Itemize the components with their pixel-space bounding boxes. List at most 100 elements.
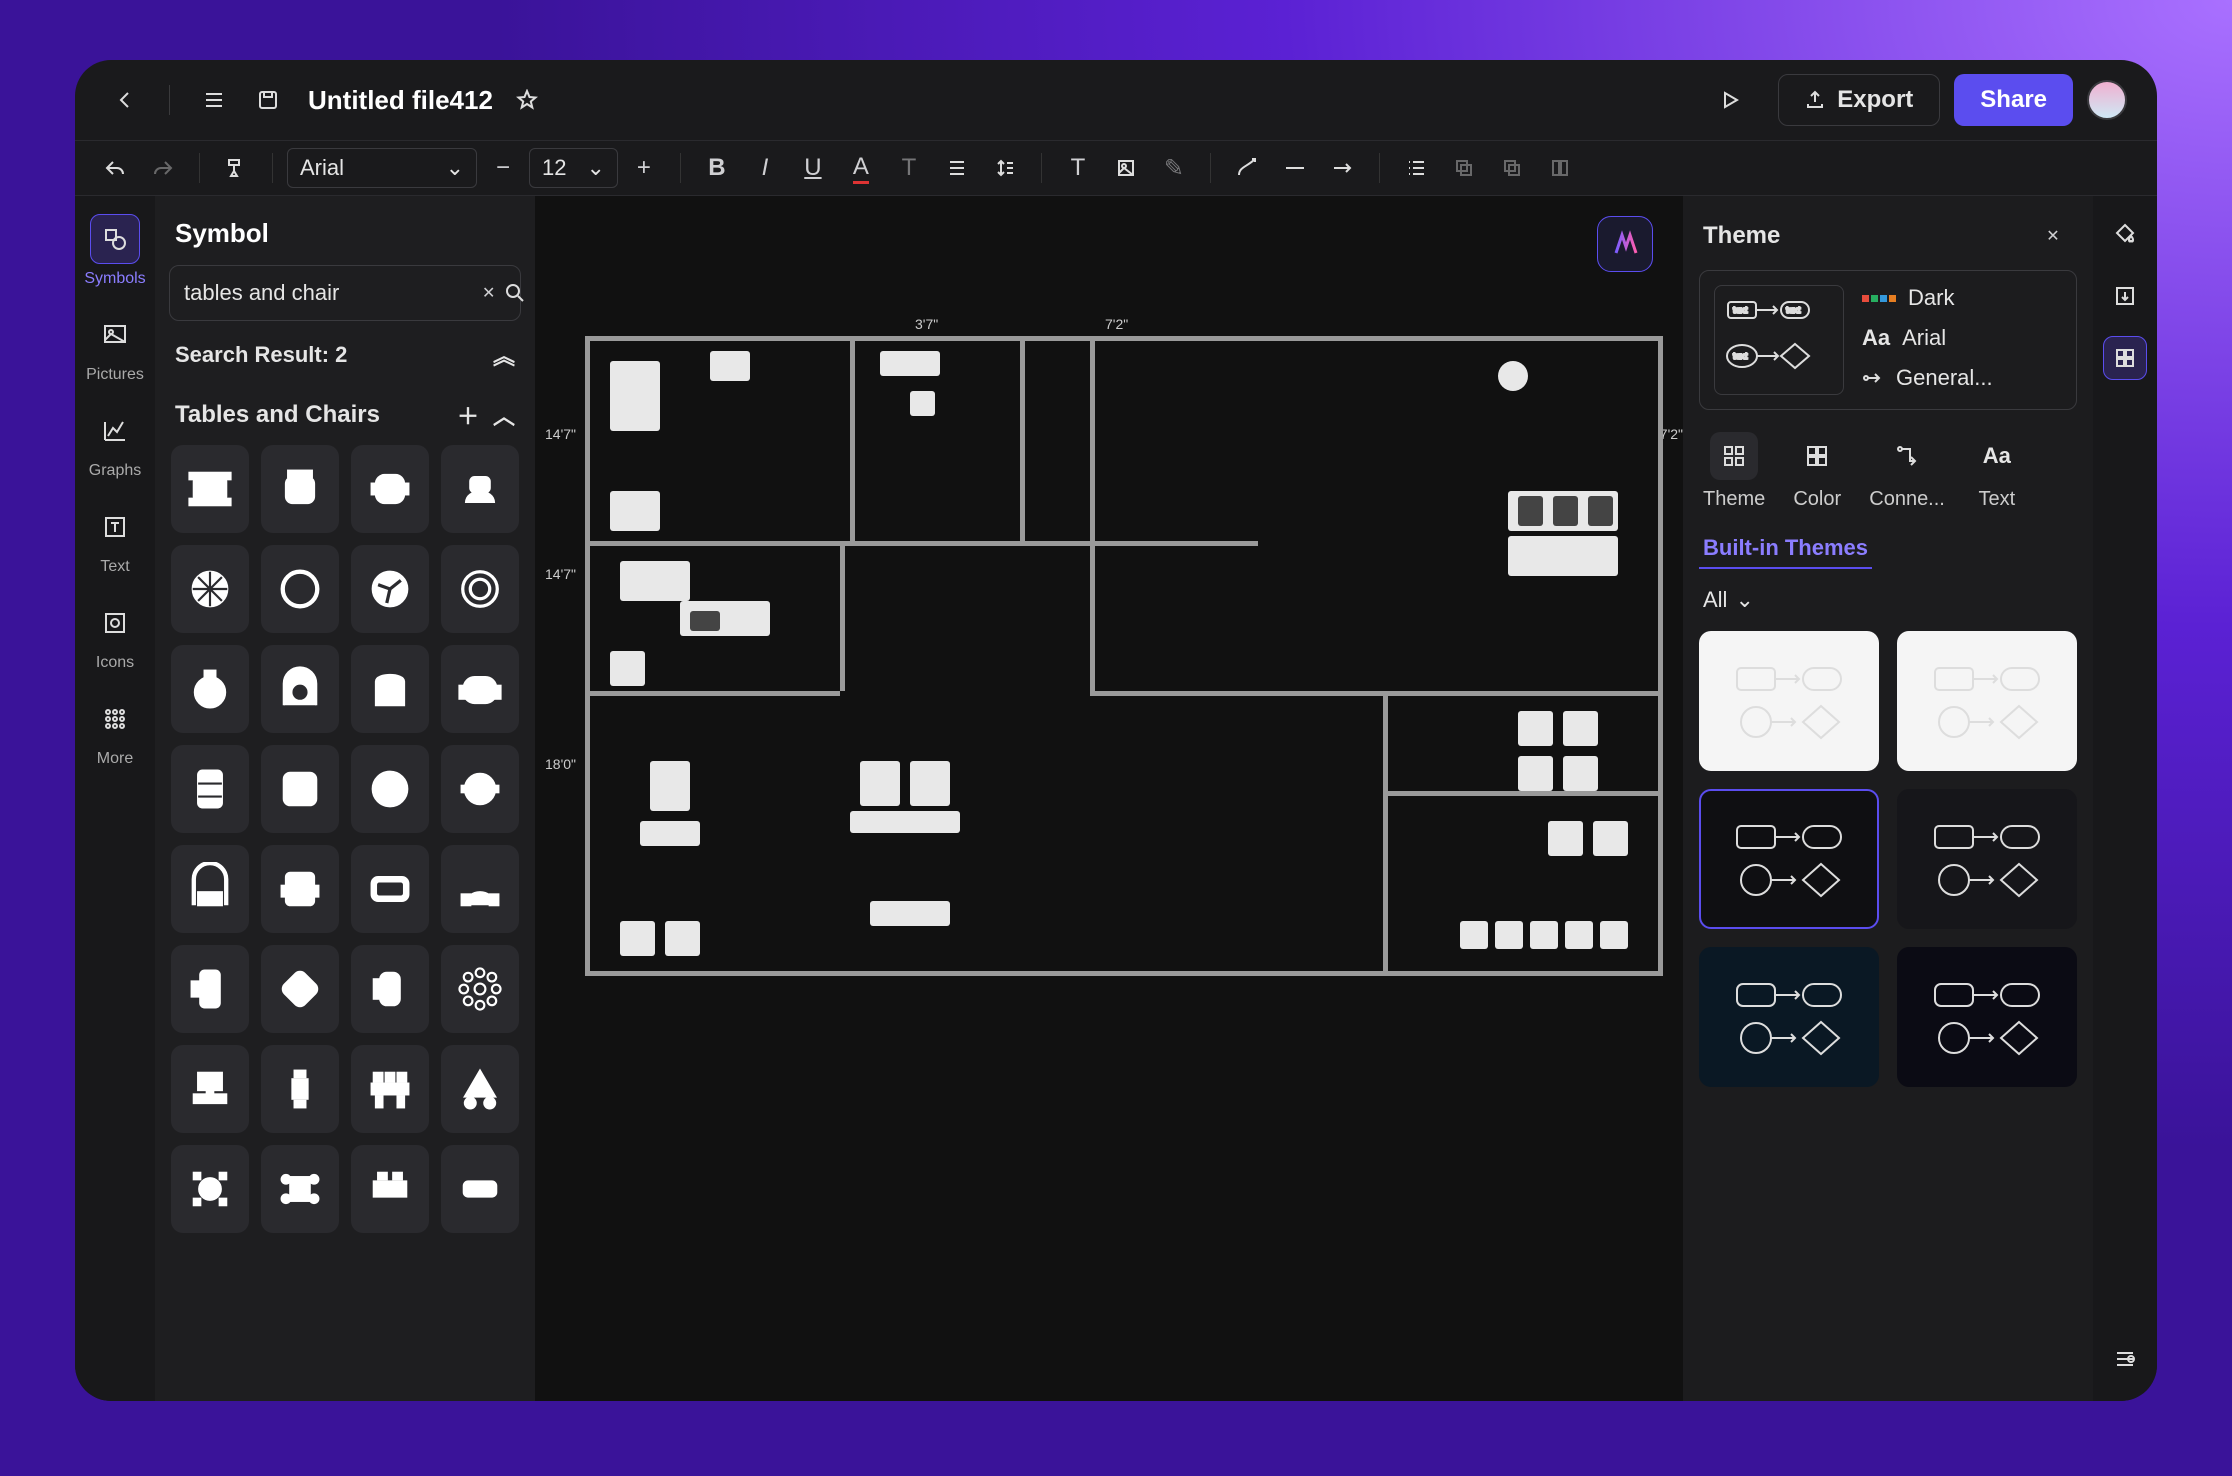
- underline-button[interactable]: U: [791, 146, 835, 190]
- redo-button[interactable]: [141, 146, 185, 190]
- search-input[interactable]: [184, 280, 472, 306]
- highlight-button[interactable]: ✎: [1152, 146, 1196, 190]
- avatar[interactable]: [2087, 80, 2127, 120]
- symbol-item[interactable]: [351, 445, 429, 533]
- line-style-button[interactable]: [1273, 146, 1317, 190]
- list-button[interactable]: [1394, 146, 1438, 190]
- italic-button[interactable]: I: [743, 146, 787, 190]
- close-icon[interactable]: ✕: [2033, 216, 2073, 256]
- decrease-size[interactable]: −: [481, 146, 525, 190]
- theme-filter[interactable]: All ⌄: [1699, 569, 2077, 631]
- theme-tool[interactable]: [2103, 336, 2147, 380]
- symbol-item[interactable]: [171, 445, 249, 533]
- rail-text[interactable]: Text: [85, 496, 145, 582]
- theme-tab-color[interactable]: Color: [1793, 432, 1841, 511]
- symbol-item[interactable]: [261, 1045, 339, 1133]
- canvas[interactable]: 14'7" 14'7" 18'0" 3'7" 7'2" 7'2": [535, 196, 1683, 1401]
- symbol-item[interactable]: [261, 1145, 339, 1233]
- symbol-item[interactable]: [171, 1145, 249, 1233]
- theme-card[interactable]: [1699, 631, 1879, 771]
- theme-card[interactable]: [1897, 947, 2077, 1087]
- theme-card[interactable]: [1897, 631, 2077, 771]
- symbol-item[interactable]: [261, 545, 339, 633]
- symbol-item[interactable]: [441, 845, 519, 933]
- fill-tool[interactable]: [2103, 212, 2147, 256]
- chevron-up-icon[interactable]: ︿: [493, 399, 515, 431]
- theme-card-selected[interactable]: [1699, 789, 1879, 929]
- undo-button[interactable]: [93, 146, 137, 190]
- increase-size[interactable]: +: [622, 146, 666, 190]
- format-painter-button[interactable]: [214, 146, 258, 190]
- size-select[interactable]: 12 ⌄: [529, 148, 618, 188]
- play-button[interactable]: [1710, 80, 1750, 120]
- export-button[interactable]: Export: [1778, 74, 1940, 126]
- symbol-item[interactable]: [351, 1145, 429, 1233]
- star-icon[interactable]: [507, 80, 547, 120]
- share-button[interactable]: Share: [1954, 74, 2073, 126]
- bold-button[interactable]: B: [695, 146, 739, 190]
- symbol-item[interactable]: [261, 445, 339, 533]
- symbol-item[interactable]: [261, 645, 339, 733]
- line-spacing-button[interactable]: [983, 146, 1027, 190]
- theme-tab-theme[interactable]: Theme: [1703, 432, 1765, 511]
- ai-badge[interactable]: [1597, 216, 1653, 272]
- tab-label: Text: [1979, 488, 2016, 511]
- layer-back-button[interactable]: [1442, 146, 1486, 190]
- theme-tab-text[interactable]: Aa Text: [1973, 432, 2021, 511]
- clear-icon[interactable]: ✕: [482, 279, 495, 307]
- symbol-item[interactable]: [351, 845, 429, 933]
- rail-pictures[interactable]: Pictures: [85, 304, 145, 390]
- rail-graphs[interactable]: Graphs: [85, 400, 145, 486]
- insert-image-button[interactable]: [1104, 146, 1148, 190]
- symbol-item[interactable]: [171, 545, 249, 633]
- symbol-item[interactable]: [261, 745, 339, 833]
- text-tool[interactable]: T: [1056, 146, 1100, 190]
- symbol-item[interactable]: [351, 945, 429, 1033]
- symbol-item[interactable]: [441, 745, 519, 833]
- symbol-item[interactable]: [441, 1045, 519, 1133]
- theme-card[interactable]: [1699, 947, 1879, 1087]
- save-icon[interactable]: [248, 80, 288, 120]
- symbol-item[interactable]: [351, 545, 429, 633]
- symbol-item[interactable]: [351, 745, 429, 833]
- symbol-item[interactable]: [441, 545, 519, 633]
- symbol-item[interactable]: [441, 945, 519, 1033]
- font-color-button[interactable]: A: [839, 146, 883, 190]
- symbol-item[interactable]: [351, 645, 429, 733]
- symbol-item[interactable]: [171, 745, 249, 833]
- group-button[interactable]: [1538, 146, 1582, 190]
- symbol-item[interactable]: [171, 845, 249, 933]
- symbol-item[interactable]: [441, 645, 519, 733]
- document-title[interactable]: Untitled file412: [308, 85, 493, 116]
- rail-icons[interactable]: Icons: [85, 592, 145, 678]
- font-select[interactable]: Arial ⌄: [287, 148, 477, 188]
- group-title: Tables and Chairs: [175, 401, 380, 429]
- rail-symbols[interactable]: Symbols: [85, 208, 145, 294]
- export-tool[interactable]: [2103, 274, 2147, 318]
- theme-card[interactable]: [1897, 789, 2077, 929]
- add-icon[interactable]: ＋: [457, 399, 479, 431]
- search-icon[interactable]: [505, 279, 525, 307]
- symbol-item[interactable]: [261, 945, 339, 1033]
- symbol-item[interactable]: [261, 845, 339, 933]
- collapse-icon[interactable]: ︽: [493, 339, 515, 371]
- symbol-item[interactable]: [171, 945, 249, 1033]
- text-case-button[interactable]: T: [887, 146, 931, 190]
- settings-tool[interactable]: [2103, 1337, 2147, 1381]
- symbol-search[interactable]: ✕: [169, 265, 521, 321]
- theme-tab-connector[interactable]: Conne...: [1869, 432, 1945, 511]
- back-button[interactable]: [105, 80, 145, 120]
- arrow-style-button[interactable]: [1321, 146, 1365, 190]
- built-in-themes-tab[interactable]: Built-in Themes: [1699, 521, 1872, 569]
- symbol-item[interactable]: [441, 445, 519, 533]
- symbol-item[interactable]: [171, 1045, 249, 1133]
- symbol-item[interactable]: [171, 645, 249, 733]
- symbol-item[interactable]: [351, 1045, 429, 1133]
- shapes-icon: [90, 214, 140, 264]
- menu-button[interactable]: [194, 80, 234, 120]
- connector-button[interactable]: [1225, 146, 1269, 190]
- symbol-item[interactable]: [441, 1145, 519, 1233]
- rail-more[interactable]: More: [85, 688, 145, 774]
- align-button[interactable]: [935, 146, 979, 190]
- layer-front-button[interactable]: [1490, 146, 1534, 190]
